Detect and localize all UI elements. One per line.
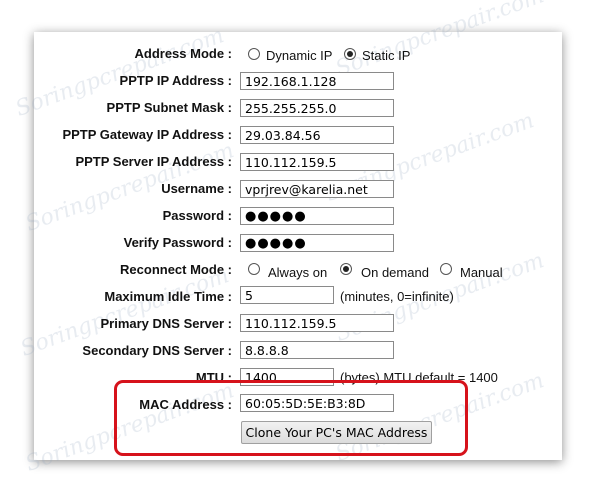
reconnect-always-label: Always on [268, 265, 328, 280]
secondary-dns-input[interactable]: 8.8.8.8 [240, 341, 394, 359]
password-label: Password : [162, 208, 232, 223]
pptp-gateway-input[interactable]: 29.03.84.56 [240, 126, 394, 144]
address-mode-static-label: Static IP [362, 48, 411, 63]
address-mode-label: Address Mode : [134, 46, 232, 61]
pptp-subnet-input[interactable]: 255.255.255.0 [240, 99, 394, 117]
address-mode-dynamic-radio[interactable] [248, 48, 260, 60]
pptp-gateway-label: PPTP Gateway IP Address : [62, 127, 232, 142]
secondary-dns-label: Secondary DNS Server : [82, 343, 232, 358]
verify-password-label: Verify Password : [123, 235, 232, 250]
address-mode-static-radio[interactable] [344, 48, 356, 60]
verify-password-input[interactable]: ●●●●● [240, 234, 394, 252]
primary-dns-label: Primary DNS Server : [100, 316, 232, 331]
max-idle-label: Maximum Idle Time : [104, 289, 232, 304]
username-input[interactable]: vprjrev@karelia.net [240, 180, 394, 198]
pptp-server-input[interactable]: 110.112.159.5 [240, 153, 394, 171]
reconnect-manual-radio[interactable] [440, 263, 452, 275]
reconnect-manual-label: Manual [460, 265, 503, 280]
address-mode-dynamic-label: Dynamic IP [266, 48, 333, 63]
reconnect-ondemand-label: On demand [361, 265, 429, 280]
password-input[interactable]: ●●●●● [240, 207, 394, 225]
pptp-ip-input[interactable]: 192.168.1.128 [240, 72, 394, 90]
screenshot-frame: Soringpcrepair.com Soringpcrepair.com So… [0, 0, 590, 489]
pptp-ip-label: PPTP IP Address : [119, 73, 232, 88]
reconnect-ondemand-radio[interactable] [340, 263, 352, 275]
highlight-frame [114, 380, 468, 456]
max-idle-note: (minutes, 0=infinite) [340, 289, 454, 304]
primary-dns-input[interactable]: 110.112.159.5 [240, 314, 394, 332]
reconnect-always-radio[interactable] [248, 263, 260, 275]
pptp-subnet-label: PPTP Subnet Mask : [106, 100, 232, 115]
reconnect-mode-label: Reconnect Mode : [120, 262, 232, 277]
username-label: Username : [161, 181, 232, 196]
pptp-server-label: PPTP Server IP Address : [75, 154, 232, 169]
max-idle-input[interactable]: 5 [240, 286, 334, 304]
